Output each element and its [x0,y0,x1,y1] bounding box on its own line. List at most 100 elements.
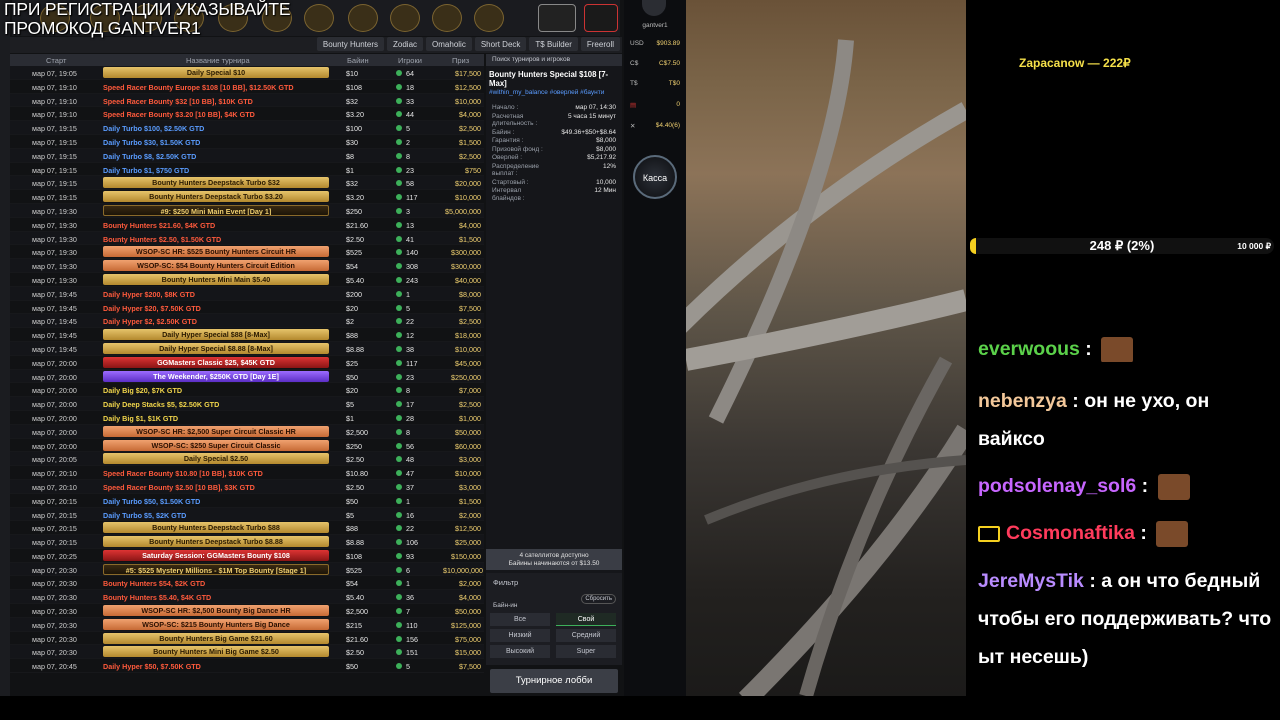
buyin-value: $3.20 [346,193,364,203]
balance-row: ▤ 0 [630,101,680,109]
filter-own-button[interactable]: Свой [556,613,616,626]
table-row[interactable]: мар 07, 20:00 Daily Deep Stacks $5, $2.50… [10,397,484,411]
start-time: мар 07, 19:45 [32,289,77,299]
goal-max: 10 000 ₽ [1237,241,1271,251]
prize-value: $125,000 [451,620,481,630]
tournament-name: Daily Hyper Special $8.88 [8-Max] [103,342,329,354]
prize-value: $7,000 [459,386,481,396]
field-value: 10,000 [596,178,616,186]
tab-ts-builder[interactable]: T$ Builder [529,37,578,51]
filter-super-button[interactable]: Super [556,645,616,658]
table-row[interactable]: мар 07, 20:10 Speed Racer Bounty $2.50 [1… [10,479,484,494]
table-row[interactable]: мар 07, 20:30 WSOP-SC: $215 Bounty Hunter… [10,617,484,632]
table-row[interactable]: мар 07, 20:30 #5: $525 Mystery Millions -… [10,562,484,577]
col-prize[interactable]: Приз [452,56,469,65]
table-row[interactable]: мар 07, 19:30 WSOP-SC: $54 Bounty Hunters… [10,259,484,273]
filter-all-button[interactable]: Все [490,613,550,626]
table-row[interactable]: мар 07, 19:45 Daily Hyper $20, $7.50K GTD… [10,301,484,315]
table-row[interactable]: мар 07, 19:30 Bounty Hunters Mini Main $5… [10,273,484,287]
tournament-name: Saturday Session: GGMasters Bounty $108 [103,549,329,561]
table-row[interactable]: мар 07, 20:30 WSOP-SC HR: $2,500 Bounty B… [10,604,484,618]
table-row[interactable]: мар 07, 20:45 Daily Hyper $50, $7.50K GTD… [10,659,484,674]
table-row[interactable]: мар 07, 19:10 Speed Racer Bounty $3.20 [1… [10,107,484,122]
search-input[interactable]: Поиск турниров и игроков [486,54,622,66]
filter-low-button[interactable]: Низкий [490,629,550,642]
table-row[interactable]: мар 07, 20:30 Bounty Hunters Big Game $21… [10,632,484,646]
table-row[interactable]: мар 07, 19:15 Bounty Hunters Deepstack Tu… [10,190,484,204]
detail-tags[interactable]: #within_my_balance #оверлей #баунти [489,89,619,96]
players-count: 5 [406,303,410,313]
filter-reset-button[interactable]: Сбросить [581,594,616,604]
table-row[interactable]: мар 07, 20:30 Bounty Hunters $54, $2K GTD… [10,576,484,591]
table-row[interactable]: мар 07, 19:45 Daily Hyper Special $88 [8-… [10,328,484,342]
tab-bounty-hunters[interactable]: Bounty Hunters [316,37,385,51]
table-row[interactable]: мар 07, 20:15 Bounty Hunters Deepstack Tu… [10,521,484,536]
table-row[interactable]: мар 07, 20:30 Bounty Hunters $5.40, $4K G… [10,590,484,605]
filter-high-button[interactable]: Высокий [490,645,550,658]
col-name[interactable]: Название турнира [186,56,250,65]
tab-omaholic[interactable]: Omaholic [426,37,472,51]
buyin-value: $2.50 [346,482,364,492]
table-row[interactable]: мар 07, 19:15 Daily Turbo $30, $1.50K GTD… [10,135,484,149]
table-row[interactable]: мар 07, 19:30 WSOP-SC HR: $525 Bounty Hun… [10,245,484,260]
brand-logo [474,4,504,32]
tournament-name: Bounty Hunters Big Game $21.60 [103,632,329,644]
table-row[interactable]: мар 07, 19:10 Speed Racer Bounty $32 [10 … [10,93,484,108]
tournament-name: #5: $525 Mystery Millions - $1M Top Boun… [103,563,329,575]
table-row[interactable]: мар 07, 19:30 Bounty Hunters $2.50, $1.50… [10,231,484,246]
promo-line-2: ПРОМОКОД GANTVER1 [4,18,201,38]
table-row[interactable]: мар 07, 20:30 Bounty Hunters Mini Big Gam… [10,645,484,660]
prize-value: $1,500 [459,496,481,506]
filter-mid-button[interactable]: Средний [556,629,616,642]
table-row[interactable]: мар 07, 19:15 Daily Turbo $8, $2.50K GTD $… [10,148,484,163]
col-buyin[interactable]: Байин [347,56,369,65]
tab-zodiac[interactable]: Zodiac [387,37,424,51]
table-row[interactable]: мар 07, 19:15 Daily Turbo $100, $2.50K GT… [10,121,484,135]
table-row[interactable]: мар 07, 20:10 Speed Racer Bounty $10.80 [… [10,466,484,480]
prize-value: $3,000 [459,455,481,465]
table-row[interactable]: мар 07, 20:15 Daily Turbo $5, $2K GTD $5 16… [10,507,484,522]
buyin-value: $21.60 [346,220,368,230]
detail-field: Начало : мар 07, 14:30 [486,104,622,112]
start-time: мар 07, 20:45 [32,662,77,672]
prize-value: $2,500 [459,124,481,134]
table-row[interactable]: мар 07, 19:45 Daily Hyper $2, $2.50K GTD $… [10,314,484,329]
prize-value: $7,500 [459,303,481,313]
table-row[interactable]: мар 07, 19:15 Bounty Hunters Deepstack Tu… [10,176,484,191]
table-row[interactable]: мар 07, 19:10 Speed Racer Bounty Europe $… [10,80,484,94]
prize-value: $300,000 [451,248,481,258]
col-start[interactable]: Старт [46,56,66,65]
players-count: 151 [406,648,418,658]
table-row[interactable]: мар 07, 19:45 Daily Hyper Special $8.88 [… [10,341,484,356]
tournament-lobby-button[interactable]: Турнирное лобби [490,669,618,693]
table-row[interactable]: мар 07, 20:00 GGMasters Classic $25, $45K… [10,356,484,370]
cashier-button[interactable]: Касса [633,155,677,199]
table-row[interactable]: мар 07, 20:05 Daily Special $2.50 $2.50 48 $… [10,452,484,467]
table-row[interactable]: мар 07, 20:00 WSOP-SC HR: $2,500 Super Ci… [10,424,484,439]
chat-message: everwoous : [978,336,1274,362]
table-row[interactable]: мар 07, 20:00 The Weekender, $250K GTD [D… [10,369,484,384]
table-row[interactable]: мар 07, 20:25 Saturday Session: GGMasters… [10,549,484,563]
col-players[interactable]: Игроки [398,56,422,65]
prize-value: $4,000 [459,220,481,230]
table-row[interactable]: мар 07, 19:05 Daily Special $10 $10 64 $17,5… [10,66,484,80]
table-row[interactable]: мар 07, 19:15 Daily Turbo $1, $750 GTD $1 2… [10,163,484,177]
table-row[interactable]: мар 07, 20:15 Daily Turbo $50, $1.50K GTD… [10,494,484,508]
table-row[interactable]: мар 07, 20:00 WSOP-SC: $250 Super Circuit… [10,439,484,453]
tab-short-deck[interactable]: Short Deck [474,37,527,51]
table-row[interactable]: мар 07, 20:00 Daily Big $20, $7K GTD $20 8 $… [10,383,484,398]
avatar[interactable] [642,0,666,16]
players-icon [396,332,402,339]
filter-title[interactable]: Фильтр [493,578,518,587]
buyin-value: $20 [346,303,358,313]
tab-freeroll[interactable]: Freeroll [580,37,620,51]
table-row[interactable]: мар 07, 19:45 Daily Hyper $200, $8K GTD $2… [10,286,484,301]
detail-fields: Начало : мар 07, 14:30 Расчетная длительно… [486,104,622,202]
satellites-banner[interactable]: 4 сателлитов доступно Байины начинаются … [486,549,622,570]
tournament-name: Bounty Hunters Mini Big Game $2.50 [103,646,329,658]
table-row[interactable]: мар 07, 19:30 #9: $250 Mini Main Event [D… [10,203,484,218]
table-row[interactable]: мар 07, 20:00 Daily Big $1, $1K GTD $1 28 $1… [10,411,484,425]
table-row[interactable]: мар 07, 20:15 Bounty Hunters Deepstack Tu… [10,535,484,549]
table-row[interactable]: мар 07, 19:30 Bounty Hunters $21.60, $4K … [10,218,484,232]
players-count: 36 [406,593,414,603]
